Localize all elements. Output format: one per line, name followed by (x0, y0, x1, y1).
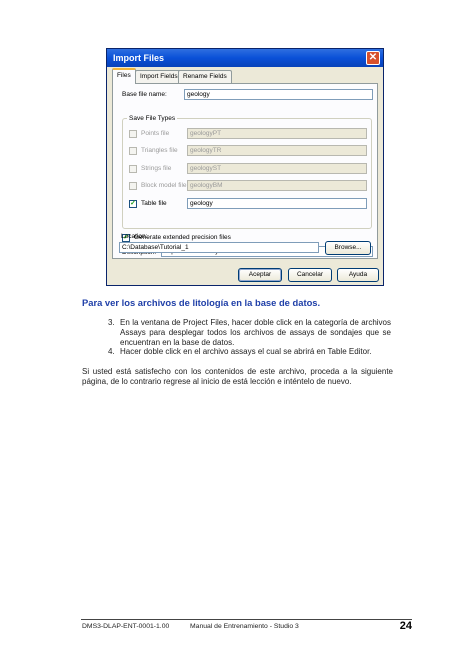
triangles-file-label: Triangles file (141, 147, 178, 154)
triangles-file-checkbox[interactable] (129, 147, 137, 155)
block-model-file-label: Block model file (141, 182, 187, 189)
location-label: Location: (121, 233, 148, 240)
save-file-types-title: Save File Types (127, 114, 178, 123)
cancel-button[interactable]: Cancelar (288, 268, 332, 282)
import-files-dialog: Import Files ✕ Files Import Fields Renam… (106, 48, 384, 286)
tab-import-fields[interactable]: Import Fields (135, 70, 183, 83)
footer-divider (81, 619, 412, 620)
tab-rename-fields[interactable]: Rename Fields (178, 70, 232, 83)
save-file-types-group: Save File Types Points file geologyPT Tr… (122, 114, 372, 229)
step-number: 4. (108, 347, 115, 356)
browse-button[interactable]: Browse... (325, 241, 371, 255)
points-file-checkbox[interactable] (129, 130, 137, 138)
tab-files[interactable]: Files (112, 68, 136, 84)
close-icon[interactable]: ✕ (366, 51, 380, 65)
points-file-input[interactable]: geologyPT (187, 128, 367, 139)
table-file-checkbox[interactable]: ✓ (129, 200, 137, 208)
strings-file-input[interactable]: geologyST (187, 163, 367, 174)
base-file-name-input[interactable]: geology (184, 89, 373, 100)
instruction-paragraph: Si usted está satisfecho con los conteni… (82, 367, 393, 386)
strings-file-label: Strings file (141, 165, 172, 172)
footer-doc-code: DMS3-DLAP-ENT-0001-1.00 (82, 623, 170, 630)
step-text: Hacer doble click en el archivo assays e… (120, 347, 372, 356)
step-number: 3. (108, 318, 115, 327)
extended-precision-label: Generate extended precision files (134, 234, 231, 241)
section-heading: Para ver los archivos de litología en la… (82, 297, 321, 308)
table-file-label: Table file (141, 200, 167, 207)
strings-file-checkbox[interactable] (129, 165, 137, 173)
points-file-label: Points file (141, 130, 170, 137)
triangles-file-input[interactable]: geologyTR (187, 145, 367, 156)
block-model-file-input[interactable]: geologyBM (187, 180, 367, 191)
table-file-input[interactable]: geology (187, 198, 367, 209)
dialog-title: Import Files (113, 53, 165, 63)
files-tab-panel: Base file name: geology Save File Types … (112, 83, 378, 259)
accept-button[interactable]: Aceptar (238, 268, 282, 282)
footer-manual-title: Manual de Entrenamiento - Studio 3 (190, 623, 299, 630)
help-button[interactable]: Ayuda (337, 268, 379, 282)
dialog-titlebar[interactable]: Import Files ✕ (107, 49, 383, 67)
step-text: En la ventana de Project Files, hacer do… (120, 318, 391, 347)
block-model-file-checkbox[interactable] (129, 182, 137, 190)
location-input[interactable]: C:\Database\Tutorial_1 (119, 242, 319, 253)
base-file-name-label: Base file name: (122, 91, 167, 98)
page-number: 24 (399, 620, 412, 632)
